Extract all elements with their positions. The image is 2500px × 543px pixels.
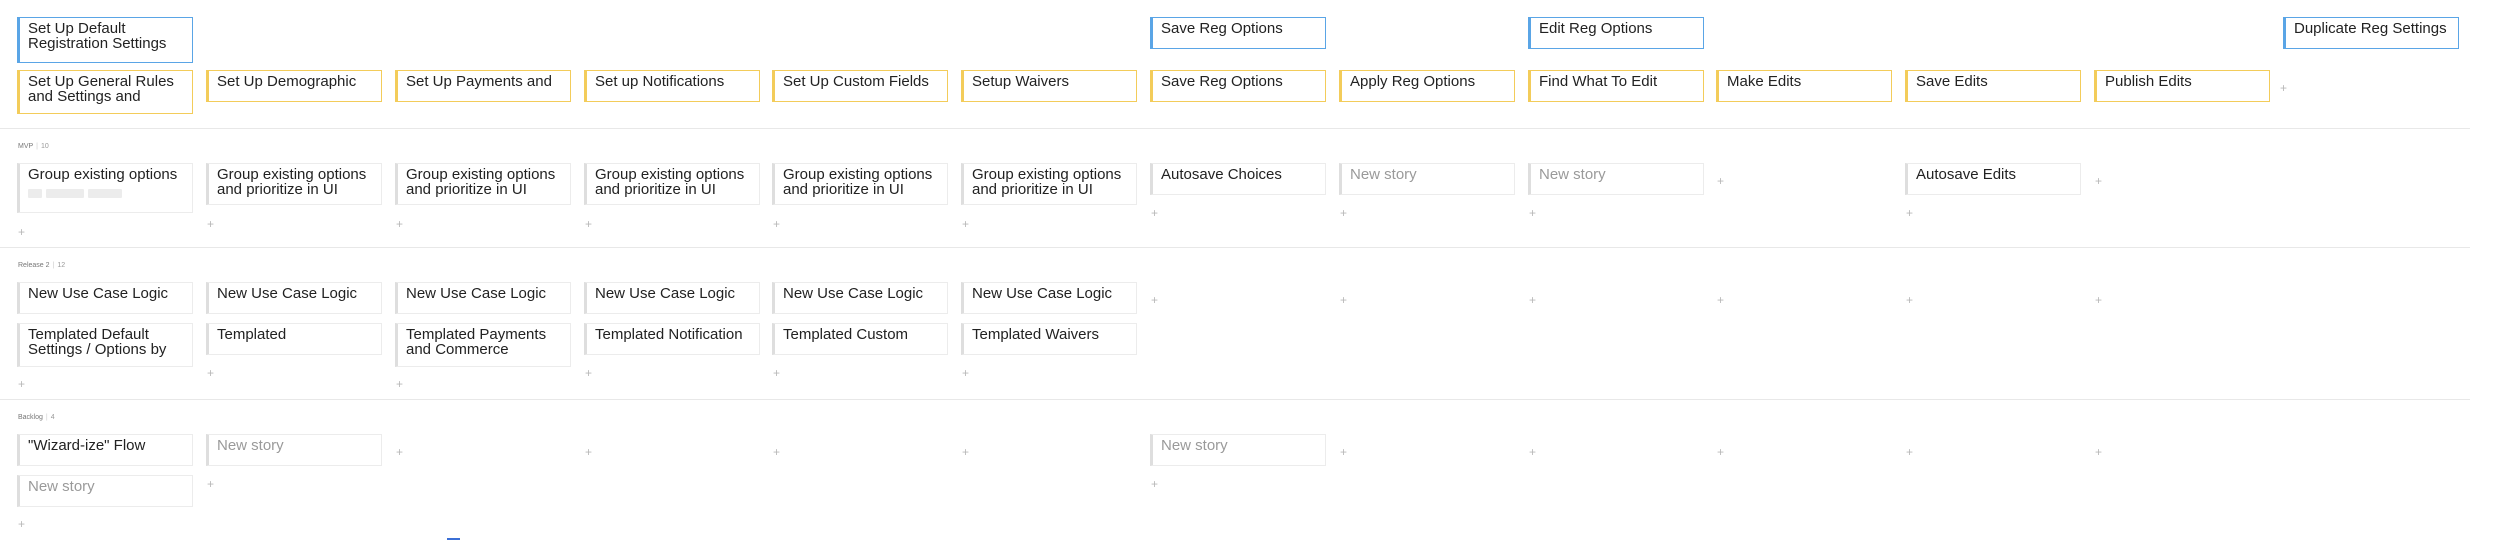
new-story-card[interactable]: New story	[17, 475, 193, 507]
story-card[interactable]: Group existing options and prioritize in…	[584, 163, 760, 205]
add-story-button[interactable]: +	[2095, 446, 2102, 458]
step-card[interactable]: Setup Waivers	[961, 70, 1137, 102]
release-label[interactable]: Release 2 | 12	[18, 262, 65, 270]
step-card[interactable]: Set Up Demographic	[206, 70, 382, 102]
story-card[interactable]: New Use Case Logic	[772, 282, 948, 314]
activity-card[interactable]: Duplicate Reg Settings	[2283, 17, 2459, 49]
new-story-card[interactable]: New story	[206, 434, 382, 466]
add-story-button[interactable]: +	[962, 446, 969, 458]
release-divider	[0, 247, 2470, 248]
add-story-button[interactable]: +	[18, 378, 25, 390]
story-card[interactable]: Autosave Edits	[1905, 163, 2081, 195]
add-story-button[interactable]: +	[1906, 207, 1913, 219]
add-story-button[interactable]: +	[18, 518, 25, 530]
release-name: Release 2	[18, 262, 50, 269]
add-story-button[interactable]: +	[1717, 446, 1724, 458]
story-card[interactable]: "Wizard-ize" Flow	[17, 434, 193, 466]
release-label[interactable]: Backlog | 4	[18, 414, 55, 422]
add-story-button[interactable]: +	[396, 218, 403, 230]
activity-card[interactable]: Edit Reg Options	[1528, 17, 1704, 49]
story-title: Group existing options	[28, 166, 178, 183]
step-card[interactable]: Make Edits	[1716, 70, 1892, 102]
story-card[interactable]: New Use Case Logic	[961, 282, 1137, 314]
story-card[interactable]: Autosave Choices	[1150, 163, 1326, 195]
activity-card[interactable]: Save Reg Options	[1150, 17, 1326, 49]
new-story-card[interactable]: New story	[1339, 163, 1515, 195]
step-card[interactable]: Set Up Custom Fields	[772, 70, 948, 102]
step-card[interactable]: Set Up Payments and	[395, 70, 571, 102]
story-card[interactable]: New Use Case Logic	[206, 282, 382, 314]
add-story-button[interactable]: +	[773, 218, 780, 230]
add-story-button[interactable]: +	[1151, 478, 1158, 490]
add-story-button[interactable]: +	[396, 378, 403, 390]
new-story-card[interactable]: New story	[1528, 163, 1704, 195]
release-name: Backlog	[18, 414, 43, 421]
story-card[interactable]: Group existing options and prioritize in…	[772, 163, 948, 205]
add-story-button[interactable]: +	[1906, 294, 1913, 306]
add-story-button[interactable]: +	[1529, 294, 1536, 306]
add-story-button[interactable]: +	[962, 218, 969, 230]
story-card[interactable]: Group existing options and prioritize in…	[961, 163, 1137, 205]
add-story-button[interactable]: +	[2095, 294, 2102, 306]
story-card[interactable]: Templated Waivers	[961, 323, 1137, 355]
release-story-count: 12	[57, 262, 66, 269]
release-story-count: 4	[50, 414, 55, 421]
story-card[interactable]: Group existing options	[17, 163, 193, 213]
add-story-button[interactable]: +	[1340, 207, 1347, 219]
add-story-button[interactable]: +	[962, 367, 969, 379]
activity-card[interactable]: Set Up Default Registration Settings	[17, 17, 193, 63]
add-story-button[interactable]: +	[585, 367, 592, 379]
add-story-button[interactable]: +	[773, 446, 780, 458]
story-card[interactable]: Group existing options and prioritize in…	[206, 163, 382, 205]
step-card[interactable]: Publish Edits	[2094, 70, 2270, 102]
story-card[interactable]: New Use Case Logic	[584, 282, 760, 314]
story-card[interactable]: Templated Default Settings / Options by	[17, 323, 193, 367]
add-story-button[interactable]: +	[1151, 294, 1158, 306]
step-card[interactable]: Find What To Edit	[1528, 70, 1704, 102]
add-story-button[interactable]: +	[396, 446, 403, 458]
release-divider	[0, 128, 2470, 129]
story-card[interactable]: Templated	[206, 323, 382, 355]
release-story-count: 10	[41, 143, 49, 150]
add-story-button[interactable]: +	[207, 478, 214, 490]
story-card[interactable]: New Use Case Logic	[395, 282, 571, 314]
story-card[interactable]: Group existing options and prioritize in…	[395, 163, 571, 205]
add-story-button[interactable]: +	[1717, 175, 1724, 187]
story-card[interactable]: Templated Payments and Commerce	[395, 323, 571, 367]
story-card[interactable]: Templated Custom	[772, 323, 948, 355]
new-story-card[interactable]: New story	[1150, 434, 1326, 466]
step-card[interactable]: Save Edits	[1905, 70, 2081, 102]
add-story-button[interactable]: +	[207, 367, 214, 379]
step-card[interactable]: Apply Reg Options	[1339, 70, 1515, 102]
add-story-button[interactable]: +	[773, 367, 780, 379]
step-card[interactable]: Save Reg Options	[1150, 70, 1326, 102]
add-story-button[interactable]: +	[2095, 175, 2102, 187]
add-story-button[interactable]: +	[18, 226, 25, 238]
add-story-button[interactable]: +	[1151, 207, 1158, 219]
scroll-indicator	[447, 538, 460, 540]
add-story-button[interactable]: +	[585, 446, 592, 458]
add-story-button[interactable]: +	[585, 218, 592, 230]
story-map-board: Set Up Default Registration Settings Sav…	[0, 0, 2500, 543]
release-divider	[0, 399, 2470, 400]
add-step-button[interactable]: +	[2280, 82, 2287, 94]
story-card[interactable]: New Use Case Logic	[17, 282, 193, 314]
add-story-button[interactable]: +	[1340, 294, 1347, 306]
release-label[interactable]: MVP | 10	[18, 143, 49, 151]
add-story-button[interactable]: +	[1529, 207, 1536, 219]
story-card[interactable]: Templated Notification	[584, 323, 760, 355]
add-story-button[interactable]: +	[207, 218, 214, 230]
add-story-button[interactable]: +	[1906, 446, 1913, 458]
add-story-button[interactable]: +	[1529, 446, 1536, 458]
add-story-button[interactable]: +	[1717, 294, 1724, 306]
release-name: MVP	[18, 143, 34, 150]
step-card[interactable]: Set Up General Rules and Settings and	[17, 70, 193, 114]
loading-placeholder	[28, 186, 185, 201]
add-story-button[interactable]: +	[1340, 446, 1347, 458]
step-card[interactable]: Set up Notifications	[584, 70, 760, 102]
